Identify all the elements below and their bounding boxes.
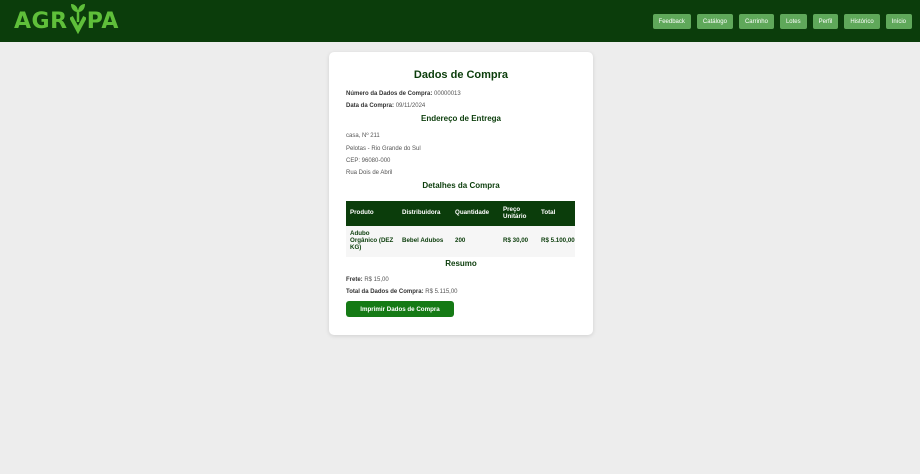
nav-cart-button[interactable]: Carrinho	[738, 14, 774, 29]
address-heading: Endereço de Entrega	[420, 114, 502, 123]
column-header-distributor: Distribuidora	[398, 201, 451, 226]
total-label: Total da Dados de Compra:	[346, 289, 424, 295]
purchase-total: Total da Dados de Compra: R$ 5.115,00	[346, 289, 458, 295]
purchase-number: Número da Dados de Compra: 00000013	[346, 91, 461, 97]
cell-unit-price: R$ 30,00	[499, 226, 537, 257]
summary-heading: Resumo	[445, 259, 477, 268]
page-title: Dados de Compra	[413, 69, 509, 81]
shipping-label: Frete:	[346, 277, 363, 283]
cell-total: R$ 5.100,00	[537, 226, 575, 257]
cell-distributor: Bebel Adubos	[398, 226, 451, 257]
nav-history-button[interactable]: Histórico	[844, 14, 880, 29]
table-row: Adubo Orgânico (DEZ KG) Bebel Adubos 200…	[346, 226, 575, 257]
table-header-row: Produto Distribuidora Quantidade Preço U…	[346, 201, 575, 226]
purchase-date: Data da Compra: 09/11/2024	[346, 103, 425, 109]
logo-text-start: AGR	[14, 8, 68, 34]
column-header-quantity: Quantidade	[451, 201, 499, 226]
brand-logo[interactable]: AGROPA	[14, 3, 119, 36]
nav-lots-button[interactable]: Lotes	[779, 14, 807, 29]
print-button[interactable]: Imprimir Dados de Compra	[346, 301, 454, 317]
nav-home-button[interactable]: Início	[885, 14, 912, 29]
nav-catalog-button[interactable]: Catálogo	[696, 14, 733, 29]
logo-text-end: PA	[86, 8, 119, 34]
nav-feedback-button[interactable]: Feedback	[652, 14, 691, 29]
shipping-cost: Frete: R$ 15,00	[346, 277, 389, 283]
shipping-value: R$ 15,00	[364, 277, 389, 283]
cell-product: Adubo Orgânico (DEZ KG)	[346, 226, 398, 257]
purchase-date-value: 09/11/2024	[395, 103, 426, 109]
nav-menu: Feedback Catálogo Carrinho Lotes Perfil …	[652, 14, 912, 29]
details-table: Produto Distribuidora Quantidade Preço U…	[346, 201, 575, 257]
purchase-number-value: 00000013	[434, 91, 461, 97]
purchase-number-label: Número da Dados de Compra:	[346, 91, 433, 97]
total-value: R$ 5.115,00	[425, 289, 458, 295]
address-line-3: CEP: 96080-000	[346, 158, 391, 164]
address-line-1: casa, Nº 211	[346, 133, 380, 139]
nav-profile-button[interactable]: Perfil	[812, 14, 839, 29]
cell-quantity: 200	[451, 226, 499, 257]
purchase-card: Dados de Compra Número da Dados de Compr…	[329, 52, 593, 335]
purchase-date-label: Data da Compra:	[346, 103, 395, 109]
address-line-4: Rua Dois de Abril	[346, 170, 393, 176]
logo-sprout-letter: O	[68, 3, 87, 34]
sprout-icon	[69, 3, 86, 34]
column-header-total: Total	[537, 201, 575, 226]
column-header-unit-price: Preço Unitário	[499, 201, 537, 226]
details-heading: Detalhes da Compra	[422, 181, 500, 190]
top-navbar: AGROPA Feedback Catálogo Carrinho Lotes …	[0, 0, 920, 42]
column-header-product: Produto	[346, 201, 398, 226]
address-line-2: Pelotas - Rio Grande do Sul	[346, 146, 421, 152]
